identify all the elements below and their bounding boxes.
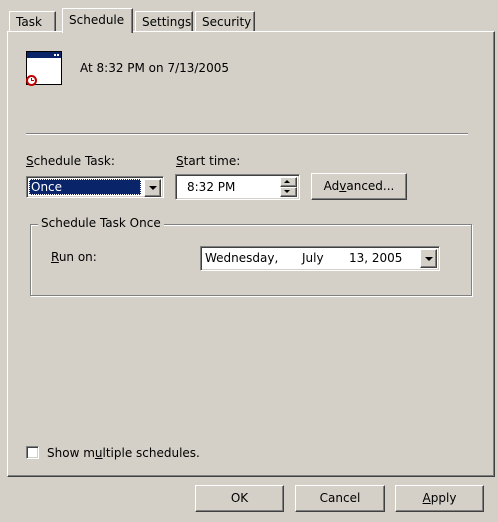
cancel-button[interactable]: Cancel [295, 485, 385, 512]
tab-settings-label: Settings [142, 15, 192, 29]
schedule-task-value: Once [29, 179, 141, 195]
schedule-task-dropdown-button[interactable] [144, 179, 161, 197]
start-time-spin-up[interactable] [280, 177, 297, 187]
chevron-down-icon [425, 257, 433, 261]
separator [26, 133, 468, 135]
show-multiple-schedules-checkbox[interactable] [26, 446, 39, 459]
schedule-summary: At 8:32 PM on 7/13/2005 [80, 61, 229, 75]
run-on-weekday: Wednesday, [205, 251, 279, 265]
start-time-spin-down[interactable] [280, 187, 297, 197]
run-on-dropdown-button[interactable] [420, 249, 437, 268]
run-on-month: July [302, 251, 324, 265]
tab-task[interactable]: Task [9, 11, 56, 32]
advanced-button[interactable]: Advanced... [311, 173, 407, 200]
start-time-value: 8:32 PM [187, 180, 236, 194]
tab-task-label: Task [16, 15, 42, 29]
clock-icon [26, 75, 37, 86]
apply-button[interactable]: Apply [395, 485, 484, 512]
start-time-input[interactable]: 8:32 PM [175, 174, 300, 200]
schedule-once-group-title: Schedule Task Once [38, 216, 164, 230]
run-on-label: Run on: [51, 250, 97, 264]
start-time-label: Start time: [176, 154, 241, 168]
spin-up-icon [284, 180, 290, 183]
tab-settings[interactable]: Settings [135, 11, 193, 32]
show-multiple-schedules-label: Show multiple schedules. [47, 446, 200, 460]
schedule-task-select[interactable]: Once [26, 176, 164, 198]
run-on-day-year: 13, 2005 [349, 251, 403, 265]
chevron-down-icon [149, 186, 157, 190]
tab-security-label: Security [202, 15, 252, 29]
tab-schedule[interactable]: Schedule [62, 8, 133, 33]
tab-security[interactable]: Security [195, 11, 255, 32]
schedule-task-label: Schedule Task: [26, 154, 115, 168]
spin-down-icon [284, 190, 290, 193]
ok-button[interactable]: OK [195, 485, 284, 512]
tab-schedule-label: Schedule [69, 13, 125, 27]
run-on-date-picker[interactable]: Wednesday, July 13, 2005 [200, 246, 440, 271]
